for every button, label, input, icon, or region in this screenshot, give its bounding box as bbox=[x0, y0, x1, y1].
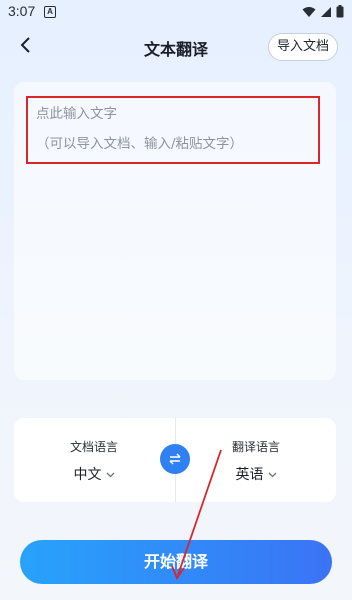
signal-icon bbox=[320, 5, 332, 23]
start-translation-button[interactable]: 开始翻译 bbox=[20, 540, 332, 584]
source-language-value: 中文 bbox=[73, 467, 102, 483]
chevron-down-icon bbox=[106, 466, 115, 482]
swap-arrows-icon bbox=[168, 450, 182, 469]
battery-icon bbox=[336, 5, 344, 23]
target-language-label: 翻译语言 bbox=[231, 440, 280, 454]
status-time: 3:07 bbox=[8, 3, 36, 19]
text-input-area[interactable]: 点此输入文字 （可以导入文档、输入/粘贴文字） bbox=[14, 82, 336, 380]
wifi-icon bbox=[302, 5, 316, 23]
source-language-value-row: 中文 bbox=[24, 464, 164, 484]
target-language-selector[interactable]: 翻译语言 英语 bbox=[186, 418, 326, 502]
target-language-value: 英语 bbox=[235, 467, 264, 483]
chevron-down-icon bbox=[268, 466, 277, 482]
source-language-selector[interactable]: 文档语言 中文 bbox=[24, 418, 164, 502]
import-document-button[interactable]: 导入文档 bbox=[267, 33, 338, 61]
language-panel: 文档语言 中文 翻译语言 英语 bbox=[14, 418, 336, 502]
status-indicators bbox=[302, 5, 344, 23]
input-hint: （可以导入文档、输入/粘贴文字） bbox=[36, 136, 244, 152]
app-notification-icon: A bbox=[44, 6, 56, 18]
source-language-label: 文档语言 bbox=[69, 440, 118, 454]
input-placeholder: 点此输入文字 bbox=[36, 106, 117, 122]
header: 文本翻译 导入文档 bbox=[0, 28, 352, 66]
target-language-value-row: 英语 bbox=[186, 464, 326, 484]
status-bar: 3:07 A bbox=[0, 0, 352, 24]
